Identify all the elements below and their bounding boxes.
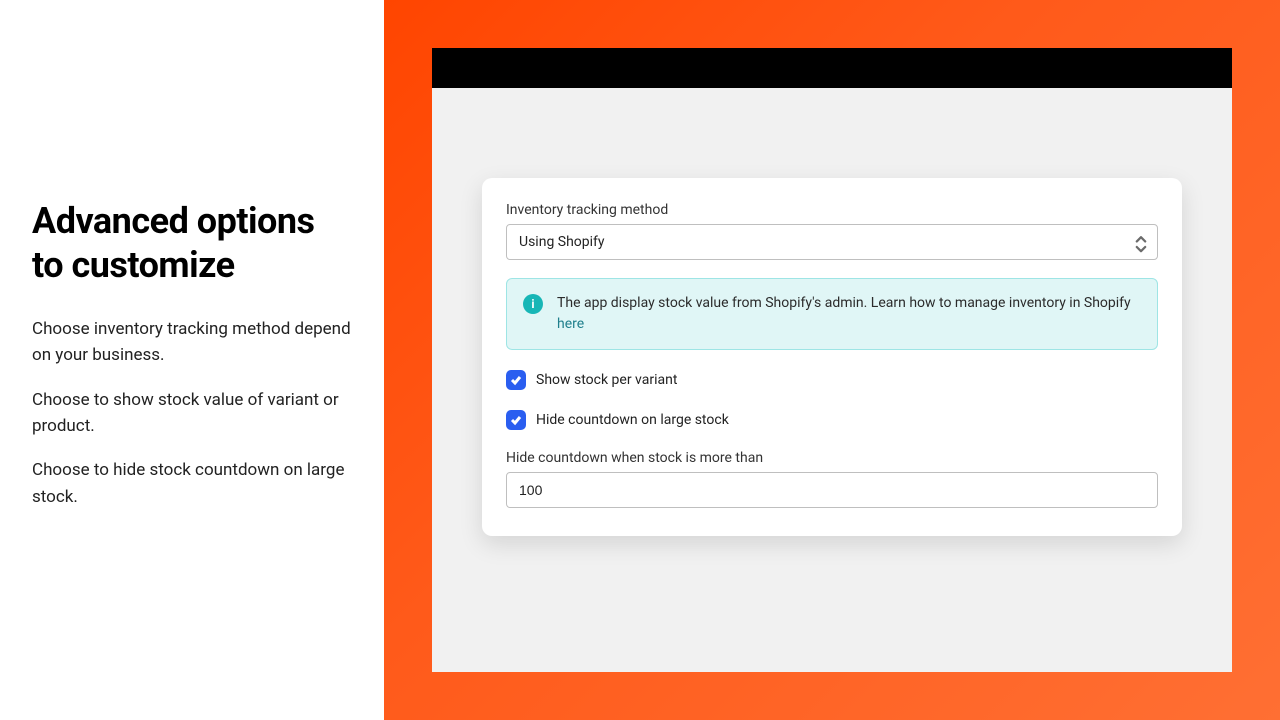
threshold-label: Hide countdown when stock is more than (506, 450, 1158, 466)
chevron-updown-icon (1134, 233, 1148, 251)
info-banner: i The app display stock value from Shopi… (506, 278, 1158, 350)
info-banner-link[interactable]: here (557, 316, 584, 332)
app-body: Inventory tracking method Using Shopify … (432, 88, 1232, 536)
page-title: Advanced options to customize (32, 200, 352, 288)
left-paragraph: Choose to show stock value of variant or… (32, 387, 352, 440)
info-banner-message: The app display stock value from Shopify… (557, 295, 1131, 311)
hide-countdown-large-stock-row: Hide countdown on large stock (506, 410, 1158, 430)
app-frame: Inventory tracking method Using Shopify … (432, 48, 1232, 672)
left-paragraph: Choose to hide stock countdown on large … (32, 457, 352, 510)
info-icon: i (523, 294, 543, 314)
app-topbar (432, 48, 1232, 88)
hide-countdown-large-stock-label: Hide countdown on large stock (536, 412, 729, 428)
show-stock-per-variant-label: Show stock per variant (536, 372, 677, 388)
show-stock-per-variant-checkbox[interactable] (506, 370, 526, 390)
hide-countdown-large-stock-checkbox[interactable] (506, 410, 526, 430)
left-panel: Advanced options to customize Choose inv… (0, 0, 384, 720)
settings-card: Inventory tracking method Using Shopify … (482, 178, 1182, 536)
threshold-input[interactable] (506, 472, 1158, 508)
right-panel: Inventory tracking method Using Shopify … (384, 0, 1280, 720)
tracking-method-label: Inventory tracking method (506, 202, 1158, 218)
info-banner-text: The app display stock value from Shopify… (557, 293, 1141, 335)
left-paragraph: Choose inventory tracking method depend … (32, 316, 352, 369)
show-stock-per-variant-row: Show stock per variant (506, 370, 1158, 390)
tracking-method-select[interactable]: Using Shopify (506, 224, 1158, 260)
tracking-method-select-value[interactable]: Using Shopify (506, 224, 1158, 260)
